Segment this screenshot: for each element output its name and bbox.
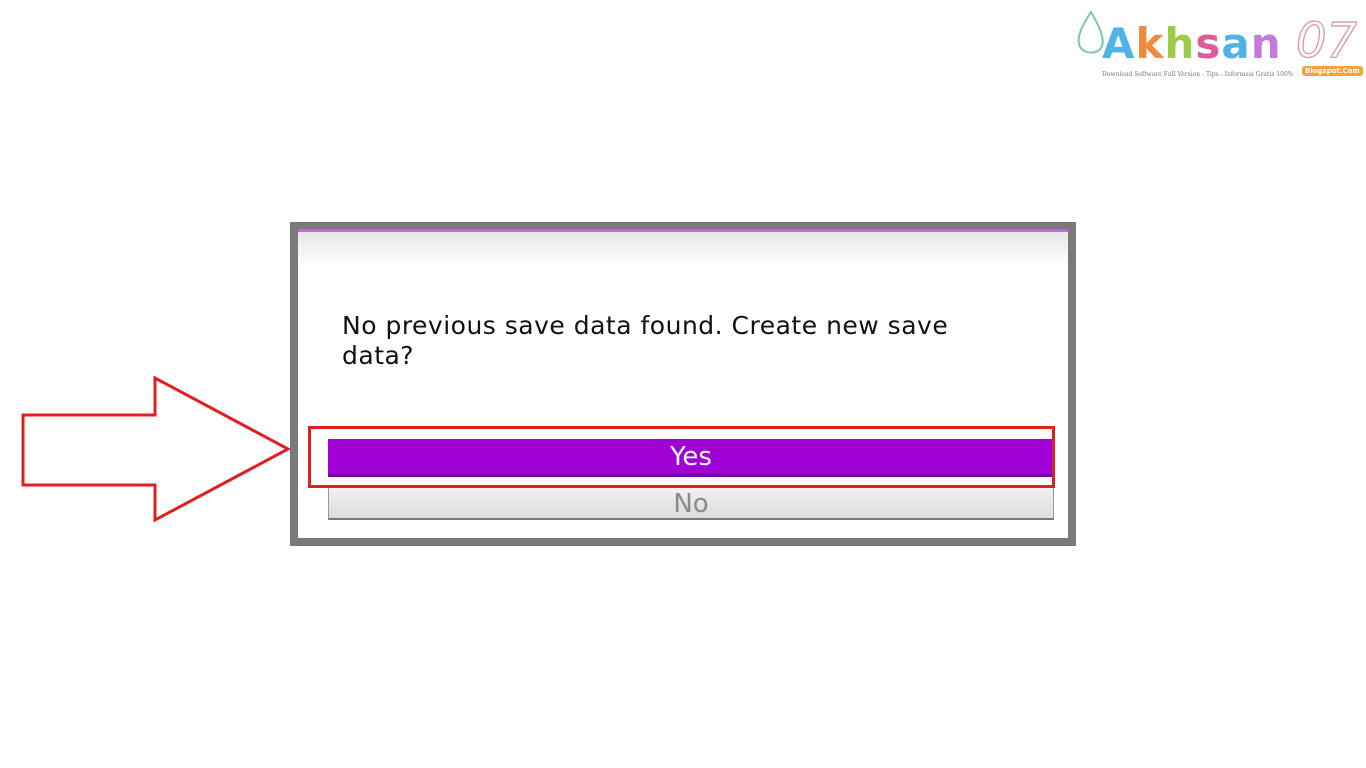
dialog-header-bar [298,232,1068,266]
dialog-panel: No previous save data found. Create new … [298,229,1068,538]
screen: Akhsan 07 Download Software Full Version… [0,0,1366,768]
watermark-logo: Akhsan 07 Download Software Full Version… [1072,8,1363,84]
logo-number: 07 [1295,13,1358,69]
dialog-message: No previous save data found. Create new … [342,311,949,370]
logo-letter: k [1135,19,1165,68]
logo-letter: a [1221,19,1251,68]
save-data-dialog: No previous save data found. Create new … [290,222,1076,546]
logo-letter: n [1250,19,1282,68]
logo-letter: h [1164,19,1196,68]
no-button[interactable]: No [328,486,1054,520]
logo-badge: Blogspot.Com [1302,66,1363,76]
pointer-arrow-icon [21,375,292,523]
logo-tagline: Download Software Full Version - Tips - … [1102,71,1294,78]
logo-brand-text: Akhsan [1102,22,1282,66]
yes-button[interactable]: Yes [328,439,1054,477]
logo-letter: s [1195,19,1222,68]
logo-letter: A [1102,19,1136,68]
